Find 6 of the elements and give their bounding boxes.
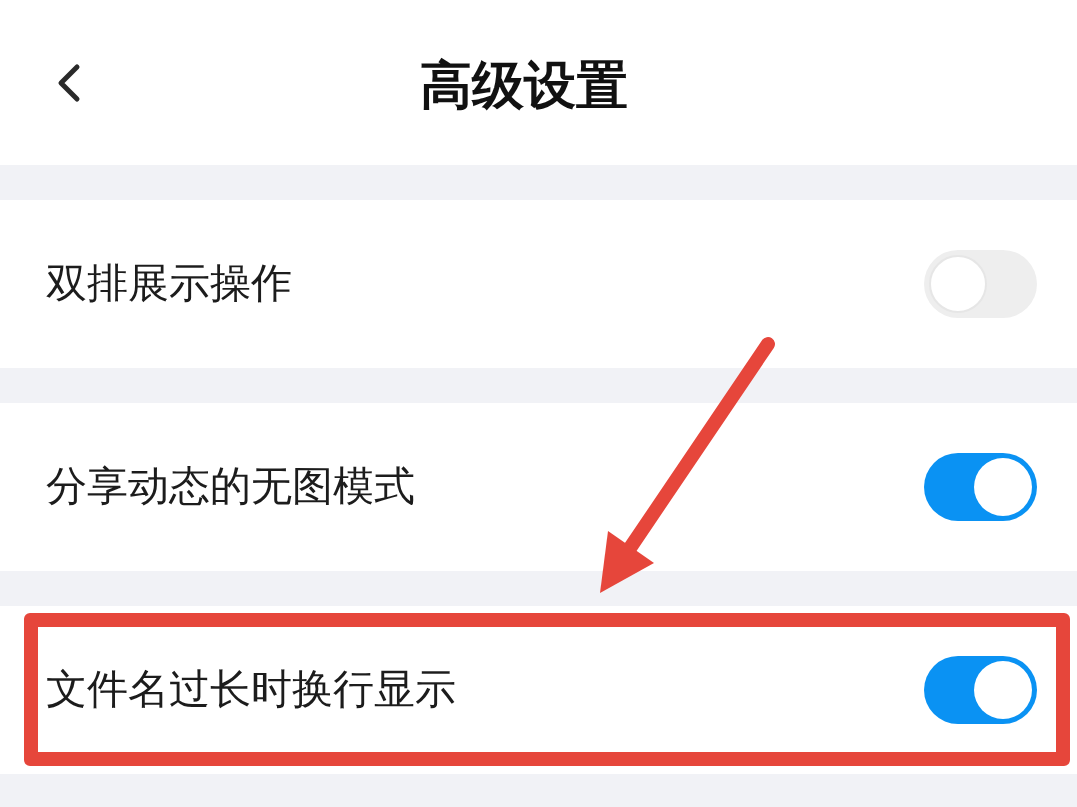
page-title: 高级设置 [419,54,628,117]
setting-label: 文件名过长时换行显示 [46,665,456,715]
back-icon [56,62,82,103]
setting-label: 双排展示操作 [46,259,292,309]
back-button[interactable] [56,62,82,103]
setting-label: 分享动态的无图模式 [46,462,415,512]
